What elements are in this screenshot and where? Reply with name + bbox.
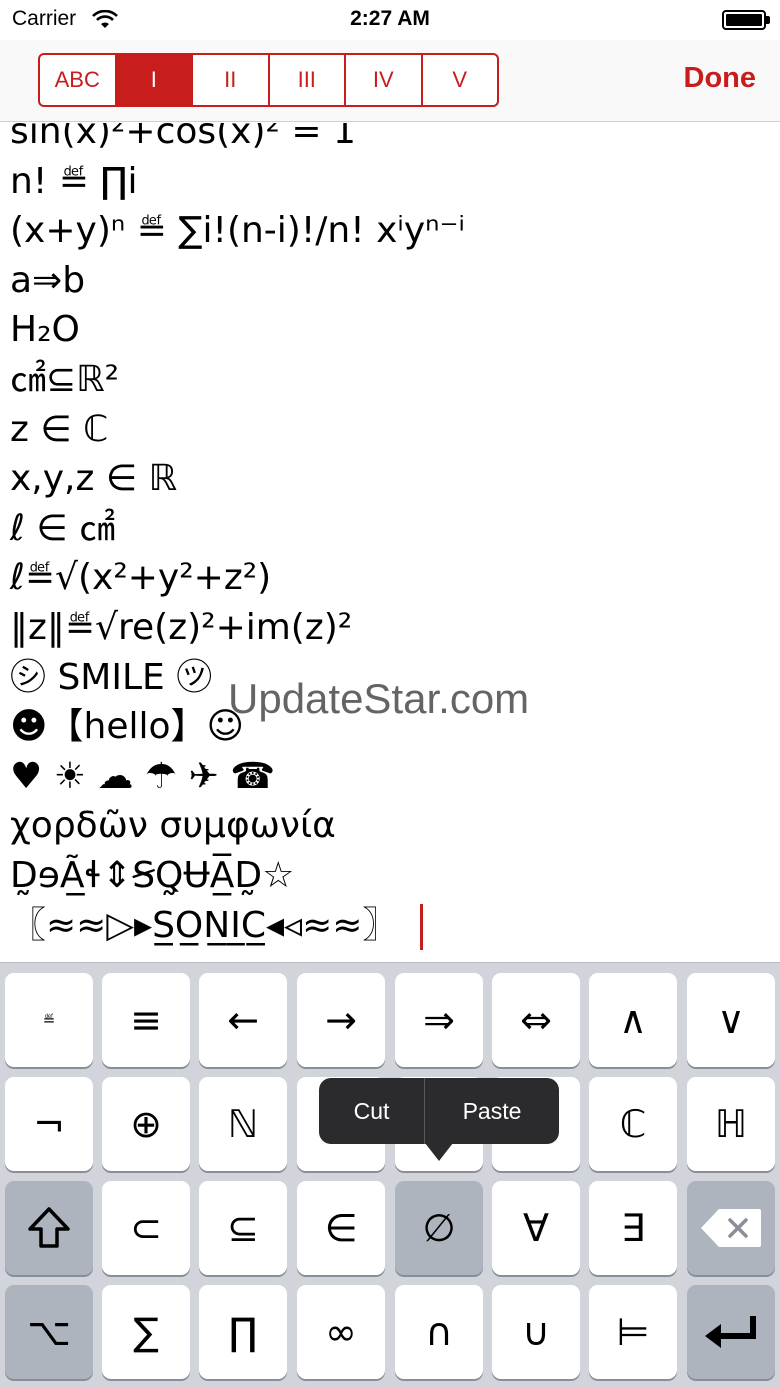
text-line: ℓ ∈ ㎠ <box>10 507 116 549</box>
key-subset[interactable]: ⊂ <box>102 1181 190 1275</box>
text-line: 〖≈≈▷▸S̲O̲N̲I̲C̲◂◃≈≈〗 <box>10 901 770 951</box>
text-caret <box>420 903 424 950</box>
return-key[interactable] <box>687 1285 775 1379</box>
keyboard-set-selector: ABC I II III IV V <box>38 53 499 107</box>
status-bar: Carrier 2:27 AM <box>0 0 780 40</box>
segment-i[interactable]: I <box>116 55 193 105</box>
key-identical[interactable]: ≡ <box>102 973 190 1067</box>
key-left-arrow[interactable]: ← <box>199 973 287 1067</box>
cut-button[interactable]: Cut <box>319 1078 425 1144</box>
return-icon <box>705 1316 756 1348</box>
editor-content: sin(x)²+cos(x)² = 1 n! ≝ ∏i (x+y)ⁿ ≝ ∑i!… <box>10 123 770 950</box>
text-line: n! ≝ ∏i <box>10 160 138 202</box>
text-line: ℓ≝√(x²+y²+z²) <box>10 557 272 599</box>
key-models[interactable]: ⊨ <box>589 1285 677 1379</box>
segment-v[interactable]: V <box>423 55 498 105</box>
key-quaternions[interactable]: ℍ <box>687 1077 775 1171</box>
key-implies[interactable]: ⇒ <box>395 973 483 1067</box>
key-union[interactable]: ∪ <box>492 1285 580 1379</box>
option-key[interactable]: ⌥ <box>5 1285 93 1379</box>
text-line: χορδῶν συμφωνία <box>10 805 336 847</box>
text-line: z ∈ ℂ <box>10 408 109 450</box>
shift-icon <box>28 1207 70 1248</box>
key-complex[interactable]: ℂ <box>589 1077 677 1171</box>
key-empty-set[interactable]: ∅ <box>395 1181 483 1275</box>
key-sum[interactable]: ∑ <box>102 1285 190 1379</box>
text-line: x,y,z ∈ ℝ <box>10 458 178 500</box>
segment-ii[interactable]: II <box>193 55 270 105</box>
clock: 2:27 AM <box>350 7 430 30</box>
key-for-all[interactable]: ∀ <box>492 1181 580 1275</box>
symbol-keyboard: ≝ ≡ ← → ⇒ ⇔ ∧ ∨ ¬ ⊕ ℕ ℂ ℍ ⊂ ⊆ ∈ ∅ ∀ ∃ ⌥ … <box>0 962 780 1387</box>
key-or[interactable]: ∨ <box>687 973 775 1067</box>
text-line: H₂O <box>10 309 80 351</box>
key-xor[interactable]: ⊕ <box>102 1077 190 1171</box>
segment-iii[interactable]: III <box>270 55 346 105</box>
key-element-of[interactable]: ∈ <box>297 1181 385 1275</box>
key-naturals[interactable]: ℕ <box>199 1077 287 1171</box>
shift-key[interactable] <box>5 1181 93 1275</box>
key-and[interactable]: ∧ <box>589 973 677 1067</box>
text-line-content: 〖≈≈▷▸S̲O̲N̲I̲C̲◂◃≈≈〗 <box>10 904 399 946</box>
text-line: D̰ɘÃ̲ɬ⇕ꞨQ̰ɄA̲̅D̰☆ <box>10 854 295 896</box>
text-line: ‖z‖≝√re(z)²+im(z)² <box>10 606 353 648</box>
watermark: UpdateStar.com <box>228 675 530 722</box>
backspace-key[interactable] <box>687 1181 775 1275</box>
backspace-icon <box>701 1209 761 1247</box>
text-line: ㎠⊆ℝ² <box>10 358 120 400</box>
key-infinity[interactable]: ∞ <box>297 1285 385 1379</box>
segment-abc[interactable]: ABC <box>40 55 117 105</box>
key-intersection[interactable]: ∩ <box>395 1285 483 1379</box>
segment-iv[interactable]: IV <box>346 55 423 105</box>
text-line: ♥ ☀ ☁ ☂ ✈ ☎ <box>10 755 276 797</box>
key-not[interactable]: ¬ <box>5 1077 93 1171</box>
key-label: ≝ <box>42 1011 56 1029</box>
key-right-arrow[interactable]: → <box>297 973 385 1067</box>
text-line: sin(x)²+cos(x)² = 1 <box>10 123 356 152</box>
edit-menu-popup: Cut Paste <box>319 1078 559 1144</box>
navigation-bar: ABC I II III IV V Done <box>0 40 780 122</box>
done-button[interactable]: Done <box>684 62 757 95</box>
text-line: a⇒b <box>10 259 86 301</box>
popup-arrow <box>425 1143 453 1161</box>
key-iff[interactable]: ⇔ <box>492 973 580 1067</box>
text-line: (x+y)ⁿ ≝ ∑i!(n-i)!/n! xⁱyⁿ⁻ⁱ <box>10 210 465 252</box>
text-editor[interactable]: sin(x)²+cos(x)² = 1 n! ≝ ∏i (x+y)ⁿ ≝ ∑i!… <box>0 123 780 961</box>
battery-icon <box>722 10 770 30</box>
key-subset-eq[interactable]: ⊆ <box>199 1181 287 1275</box>
key-exists[interactable]: ∃ <box>589 1181 677 1275</box>
key-product[interactable]: ∏ <box>199 1285 287 1379</box>
paste-button[interactable]: Paste <box>425 1078 559 1144</box>
key-def-equals[interactable]: ≝ <box>5 973 93 1067</box>
